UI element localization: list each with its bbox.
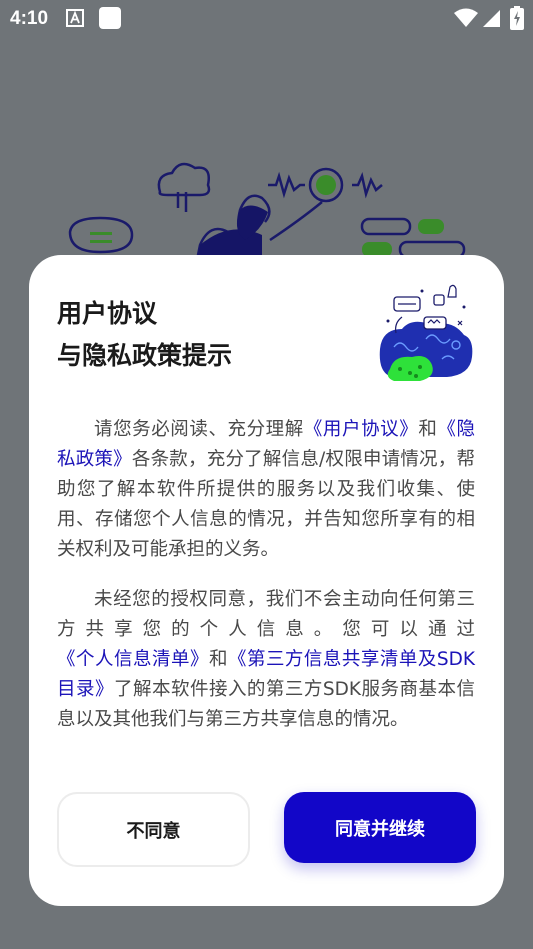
dialog-title-line2: 与隐私政策提示 — [57, 341, 233, 370]
para2-rest: 了解本软件接入的第三方SDK服务商基本信息以及其他我们与第三方共享信息的情况。 — [57, 679, 475, 730]
privacy-dialog: 用户协议 与隐私政策提示 请您务必阅读、充分理解《用户协议》和《隐私政策》各条款… — [29, 255, 504, 906]
user-agreement-link[interactable]: 《用户协议》 — [304, 419, 418, 440]
dialog-body: 请您务必阅读、充分理解《用户协议》和《隐私政策》各条款，充分了解信息/权限申请情… — [57, 415, 475, 755]
wifi-icon — [454, 8, 478, 27]
cell-signal-icon — [483, 10, 500, 27]
para2-connector: 和 — [208, 649, 228, 670]
hero-illustration-icon — [379, 284, 473, 381]
battery-icon — [510, 6, 524, 30]
agreement-paragraph: 请您务必阅读、充分理解《用户协议》和《隐私政策》各条款，充分了解信息/权限申请情… — [57, 415, 475, 565]
status-bar: 4:10 — [0, 0, 533, 38]
background-illustration — [68, 162, 466, 270]
para1-text: 请您务必阅读、充分理解 — [94, 419, 304, 440]
dialog-title-line1: 用户协议 — [57, 299, 158, 328]
dialog-title: 用户协议 与隐私政策提示 — [57, 293, 357, 377]
app-notification-icon — [99, 7, 121, 29]
para2-text: 未经您的授权同意，我们不会主动向任何第三方共享您的个人信息。您可以通过 — [57, 589, 475, 640]
disagree-button[interactable]: 不同意 — [57, 792, 250, 867]
a-notification-icon — [66, 9, 84, 27]
personal-info-list-link[interactable]: 《个人信息清单》 — [57, 649, 209, 670]
agree-continue-button[interactable]: 同意并继续 — [284, 792, 476, 863]
para1-connector: 和 — [418, 419, 438, 440]
status-time: 4:10 — [10, 8, 49, 29]
sharing-paragraph: 未经您的授权同意，我们不会主动向任何第三方共享您的个人信息。您可以通过《个人信息… — [57, 585, 475, 735]
